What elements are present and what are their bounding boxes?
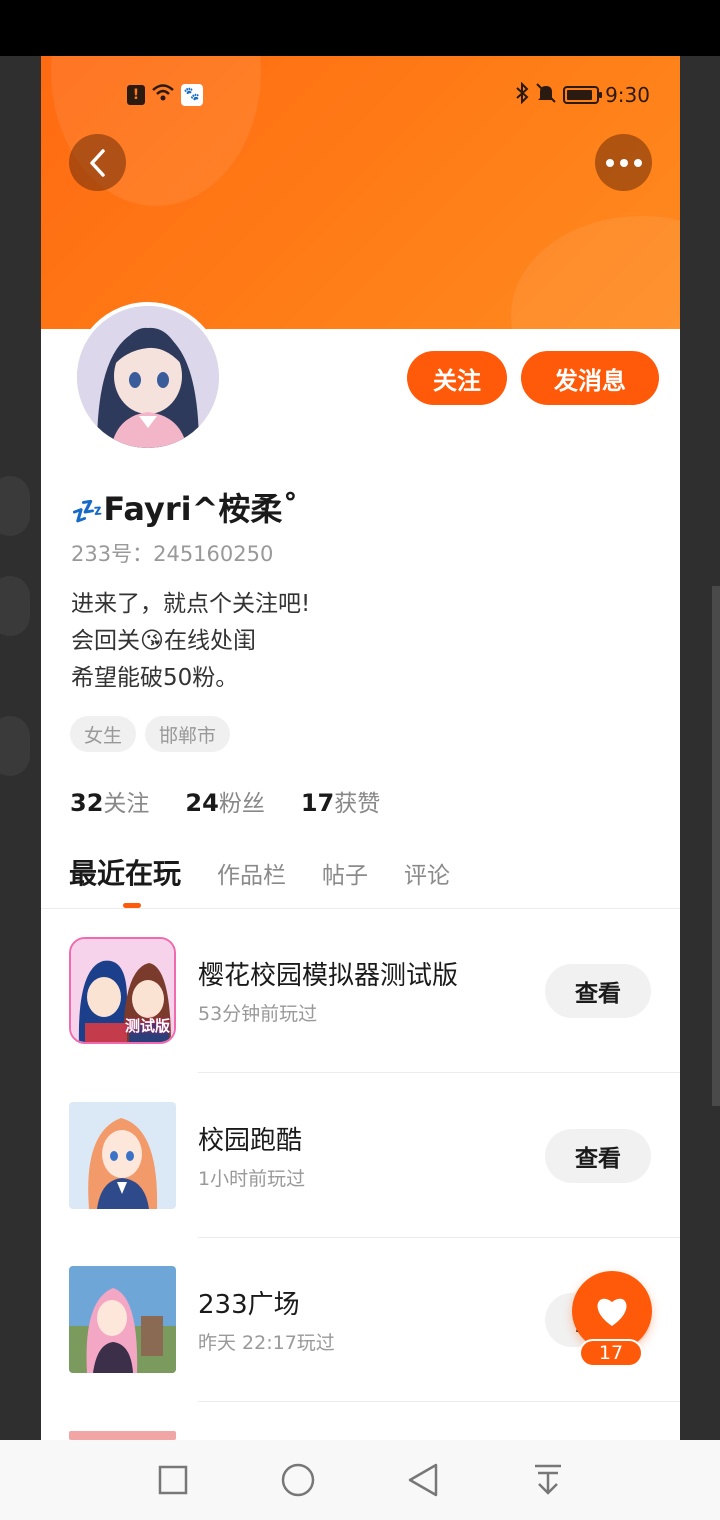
profile-card: ! 🐾 9:30 关注 发消息 💤Fayri^桉柔˚ 233号：24516025…: [41, 56, 680, 1440]
list-item[interactable]: 校园跑酷 1小时前玩过 查看: [41, 1074, 680, 1238]
like-count: 17: [579, 1339, 643, 1367]
game-played-time: 1小时前玩过: [198, 1168, 306, 1190]
test-badge: 测试版: [124, 1017, 170, 1035]
heart-icon: [597, 1298, 627, 1326]
game-played-time: 53分钟前玩过: [198, 1003, 318, 1025]
square-nav-icon[interactable]: [149, 1456, 197, 1504]
background-right: [680, 56, 720, 1440]
tab-posts[interactable]: 帖子: [322, 856, 368, 890]
background-left: [0, 56, 41, 1440]
stat-likes[interactable]: 17获赞: [301, 784, 380, 818]
tag-gender: 女生: [70, 716, 137, 752]
sleep-emoji: 💤: [71, 497, 104, 527]
uid-value: 245160250: [153, 542, 274, 566]
status-bar-right: 9:30: [515, 80, 650, 110]
mute-icon: [535, 82, 557, 109]
status-bar-left: ! 🐾: [127, 80, 203, 110]
nickname-text: Fayri^桉柔˚: [103, 490, 299, 528]
chevron-left-icon: [89, 148, 105, 177]
game-name: 樱花校园模拟器测试版: [198, 961, 459, 991]
profile-nickname: 💤Fayri^桉柔˚: [71, 484, 298, 530]
tab-recently-played[interactable]: 最近在玩: [69, 852, 181, 892]
message-button[interactable]: 发消息: [521, 351, 659, 405]
profile-stats: 32关注 24粉丝 17获赞: [70, 784, 380, 818]
avatar-image: [77, 306, 219, 448]
background-shape: [0, 576, 30, 636]
list-item-partial: [69, 1431, 176, 1440]
status-time: 9:30: [605, 83, 650, 107]
game-icon: 测试版: [69, 937, 176, 1044]
circle-nav-icon[interactable]: [274, 1456, 322, 1504]
stat-label: 粉丝: [218, 791, 265, 817]
avatar[interactable]: [73, 302, 223, 452]
item-divider: [198, 1401, 680, 1402]
list-item[interactable]: 测试版 樱花校园模拟器测试版 53分钟前玩过 查看: [41, 909, 680, 1073]
item-divider: [198, 1072, 680, 1073]
profile-uid: 233号：245160250: [71, 538, 273, 568]
stat-value: 24: [185, 789, 219, 817]
wifi-icon: [151, 83, 175, 108]
tab-works[interactable]: 作品栏: [217, 856, 286, 890]
bio-line: 会回关😘在线处闺: [71, 628, 256, 654]
stat-following[interactable]: 32关注: [70, 784, 149, 818]
profile-tabs: 最近在玩 作品栏 帖子 评论: [69, 852, 450, 892]
top-black-bar: [0, 0, 720, 56]
follow-button[interactable]: 关注: [407, 351, 507, 405]
game-name: 233广场: [198, 1290, 300, 1320]
warning-icon: !: [127, 85, 145, 105]
uid-label: 233号：: [71, 542, 154, 566]
tab-comments[interactable]: 评论: [404, 856, 450, 890]
game-icon: [69, 1102, 176, 1209]
game-icon: [69, 1266, 176, 1373]
banner-decoration: [511, 216, 680, 329]
bio-line: 进来了，就点个关注吧!: [71, 591, 311, 617]
profile-tags: 女生 邯郸市: [70, 716, 231, 752]
stat-value: 17: [300, 789, 335, 817]
game-played-time: 昨天 22:17玩过: [198, 1332, 335, 1354]
background-shape: [0, 476, 30, 536]
game-name: 校园跑酷: [198, 1126, 303, 1156]
baidu-icon: 🐾: [181, 84, 203, 106]
stat-label: 关注: [103, 791, 150, 817]
tag-city: 邯郸市: [145, 716, 231, 752]
background-shape: [0, 716, 30, 776]
view-button[interactable]: 查看: [545, 1129, 651, 1183]
more-dots-icon: [605, 158, 642, 167]
stat-followers[interactable]: 24粉丝: [185, 784, 264, 818]
profile-bio: 进来了，就点个关注吧! 会回关😘在线处闺 希望能破50粉。: [71, 586, 310, 697]
back-button[interactable]: [69, 134, 126, 191]
system-navbar: [0, 1440, 720, 1520]
stat-value: 32: [70, 789, 104, 817]
triangle-back-icon[interactable]: [399, 1456, 447, 1504]
bio-line: 希望能破50粉。: [71, 665, 239, 691]
view-button[interactable]: 查看: [545, 964, 651, 1018]
battery-icon: [563, 86, 603, 104]
more-button[interactable]: [595, 134, 652, 191]
download-nav-icon[interactable]: [524, 1456, 572, 1504]
profile-banner: ! 🐾 9:30: [41, 56, 680, 329]
background-scrollbar: [712, 586, 720, 1106]
stat-label: 获赞: [334, 791, 381, 817]
battery-level: [567, 90, 593, 100]
bluetooth-icon: [515, 81, 529, 109]
